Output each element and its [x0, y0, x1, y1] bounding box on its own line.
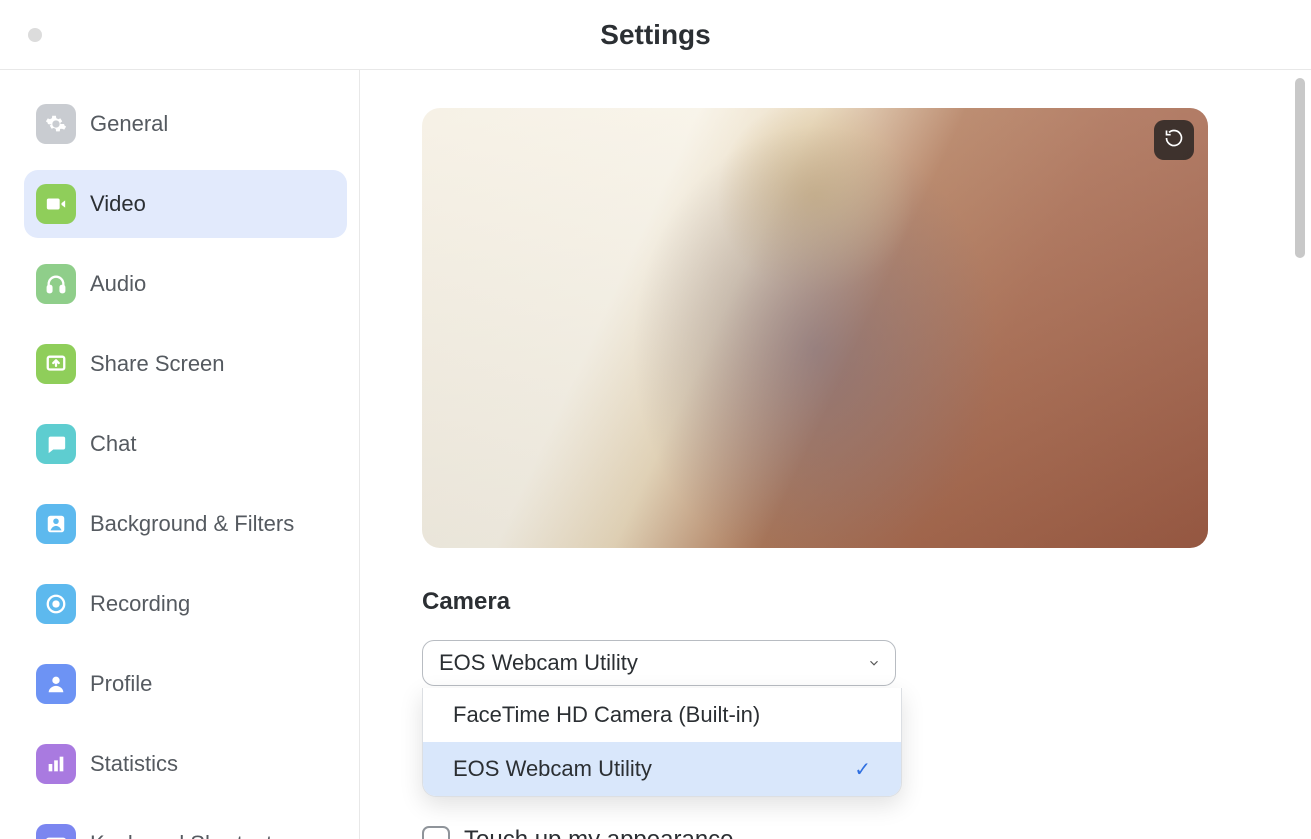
bar-chart-icon — [36, 744, 76, 784]
rotate-camera-button[interactable] — [1154, 120, 1194, 160]
sidebar-item-label: Keyboard Shortcuts — [90, 831, 283, 839]
headphones-icon — [36, 264, 76, 304]
sidebar-item-label: Share Screen — [90, 351, 225, 377]
sidebar-item-audio[interactable]: Audio — [24, 250, 347, 318]
background-icon — [36, 504, 76, 544]
share-screen-icon — [36, 344, 76, 384]
window-titlebar: Settings — [0, 0, 1311, 70]
camera-option[interactable]: FaceTime HD Camera (Built-in) — [423, 688, 901, 742]
check-icon: ✓ — [854, 757, 871, 782]
sidebar-item-label: Background & Filters — [90, 511, 294, 537]
camera-option[interactable]: EOS Webcam Utility ✓ — [423, 742, 901, 796]
sidebar-item-share[interactable]: Share Screen — [24, 330, 347, 398]
sidebar-item-label: Audio — [90, 271, 146, 297]
chat-icon — [36, 424, 76, 464]
touch-up-checkbox[interactable] — [422, 826, 450, 839]
rotate-icon — [1164, 128, 1184, 153]
chevron-down-icon — [867, 650, 881, 676]
sidebar-item-recording[interactable]: Recording — [24, 570, 347, 638]
record-icon — [36, 584, 76, 624]
window-control-dot[interactable] — [28, 28, 42, 42]
sidebar-item-label: Chat — [90, 431, 136, 457]
camera-preview — [422, 108, 1208, 548]
sidebar-item-label: Video — [90, 191, 146, 217]
sidebar-item-general[interactable]: General — [24, 90, 347, 158]
camera-dropdown: FaceTime HD Camera (Built-in) EOS Webcam … — [422, 688, 902, 797]
settings-content: Camera EOS Webcam Utility FaceTime HD Ca… — [360, 70, 1311, 839]
touch-up-label: Touch up my appearance — [464, 826, 734, 839]
sidebar-item-label: Recording — [90, 591, 190, 617]
sidebar-item-profile[interactable]: Profile — [24, 650, 347, 718]
camera-option-label: EOS Webcam Utility — [453, 756, 652, 782]
sidebar-item-bgfilters[interactable]: Background & Filters — [24, 490, 347, 558]
sidebar-item-label: General — [90, 111, 168, 137]
window-title: Settings — [0, 19, 1311, 51]
camera-option-label: FaceTime HD Camera (Built-in) — [453, 702, 760, 728]
sidebar-item-video[interactable]: Video — [24, 170, 347, 238]
camera-section-label: Camera — [422, 588, 1249, 616]
settings-sidebar: General Video Audio Share Screen Chat Backgro… — [0, 70, 360, 839]
scrollbar-thumb[interactable] — [1295, 78, 1305, 258]
camera-select-value: EOS Webcam Utility — [439, 650, 638, 676]
video-icon — [36, 184, 76, 224]
sidebar-item-chat[interactable]: Chat — [24, 410, 347, 478]
person-icon — [36, 664, 76, 704]
sidebar-item-statistics[interactable]: Statistics — [24, 730, 347, 798]
sidebar-item-label: Statistics — [90, 751, 178, 777]
gear-icon — [36, 104, 76, 144]
camera-select[interactable]: EOS Webcam Utility — [422, 640, 896, 686]
sidebar-item-keyboard[interactable]: Keyboard Shortcuts — [24, 810, 347, 839]
keyboard-icon — [36, 824, 76, 839]
sidebar-item-label: Profile — [90, 671, 152, 697]
